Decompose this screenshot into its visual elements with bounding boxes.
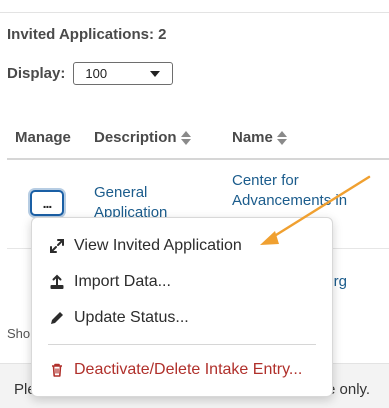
expand-icon	[48, 237, 66, 255]
pencil-icon	[48, 309, 66, 327]
column-header-description-label: Description	[94, 129, 177, 146]
display-label: Display:	[7, 65, 66, 82]
top-divider	[0, 12, 389, 13]
column-header-name[interactable]: Name	[232, 129, 287, 146]
header-divider	[7, 158, 389, 160]
row-1-name-link[interactable]: Center for Advancements in	[232, 171, 382, 211]
menu-item-import-data[interactable]: Import Data...	[32, 267, 332, 297]
sort-icon	[276, 130, 287, 145]
caret-down-icon	[150, 70, 161, 77]
sort-icon	[180, 130, 191, 145]
menu-item-label: Import Data...	[74, 273, 171, 290]
display-count-value: 100	[85, 66, 108, 81]
menu-divider	[48, 344, 316, 345]
manage-context-menu: View Invited Application Import Data... …	[31, 217, 333, 397]
menu-item-update-status[interactable]: Update Status...	[32, 303, 332, 333]
invited-applications-count: Invited Applications: 2	[7, 26, 167, 43]
menu-item-label: View Invited Application	[74, 237, 242, 254]
menu-item-view-invited-application[interactable]: View Invited Application	[32, 231, 332, 261]
showing-entries-text: Sho	[7, 326, 31, 341]
display-row: Display: 100	[7, 62, 174, 85]
menu-item-label: Deactivate/Delete Intake Entry...	[74, 361, 303, 378]
display-count-select[interactable]: 100	[73, 62, 174, 85]
upload-icon	[48, 273, 66, 291]
menu-item-label: Update Status...	[74, 309, 189, 326]
column-header-manage: Manage	[15, 129, 71, 146]
manage-actions-button[interactable]: ...	[30, 190, 64, 216]
trash-icon	[48, 361, 66, 379]
column-header-name-label: Name	[232, 129, 273, 146]
menu-item-deactivate-delete[interactable]: Deactivate/Delete Intake Entry...	[32, 355, 332, 385]
column-header-description[interactable]: Description	[94, 129, 191, 146]
column-header-manage-label: Manage	[15, 129, 71, 146]
footer-notice-text-right: e only.	[327, 381, 371, 398]
